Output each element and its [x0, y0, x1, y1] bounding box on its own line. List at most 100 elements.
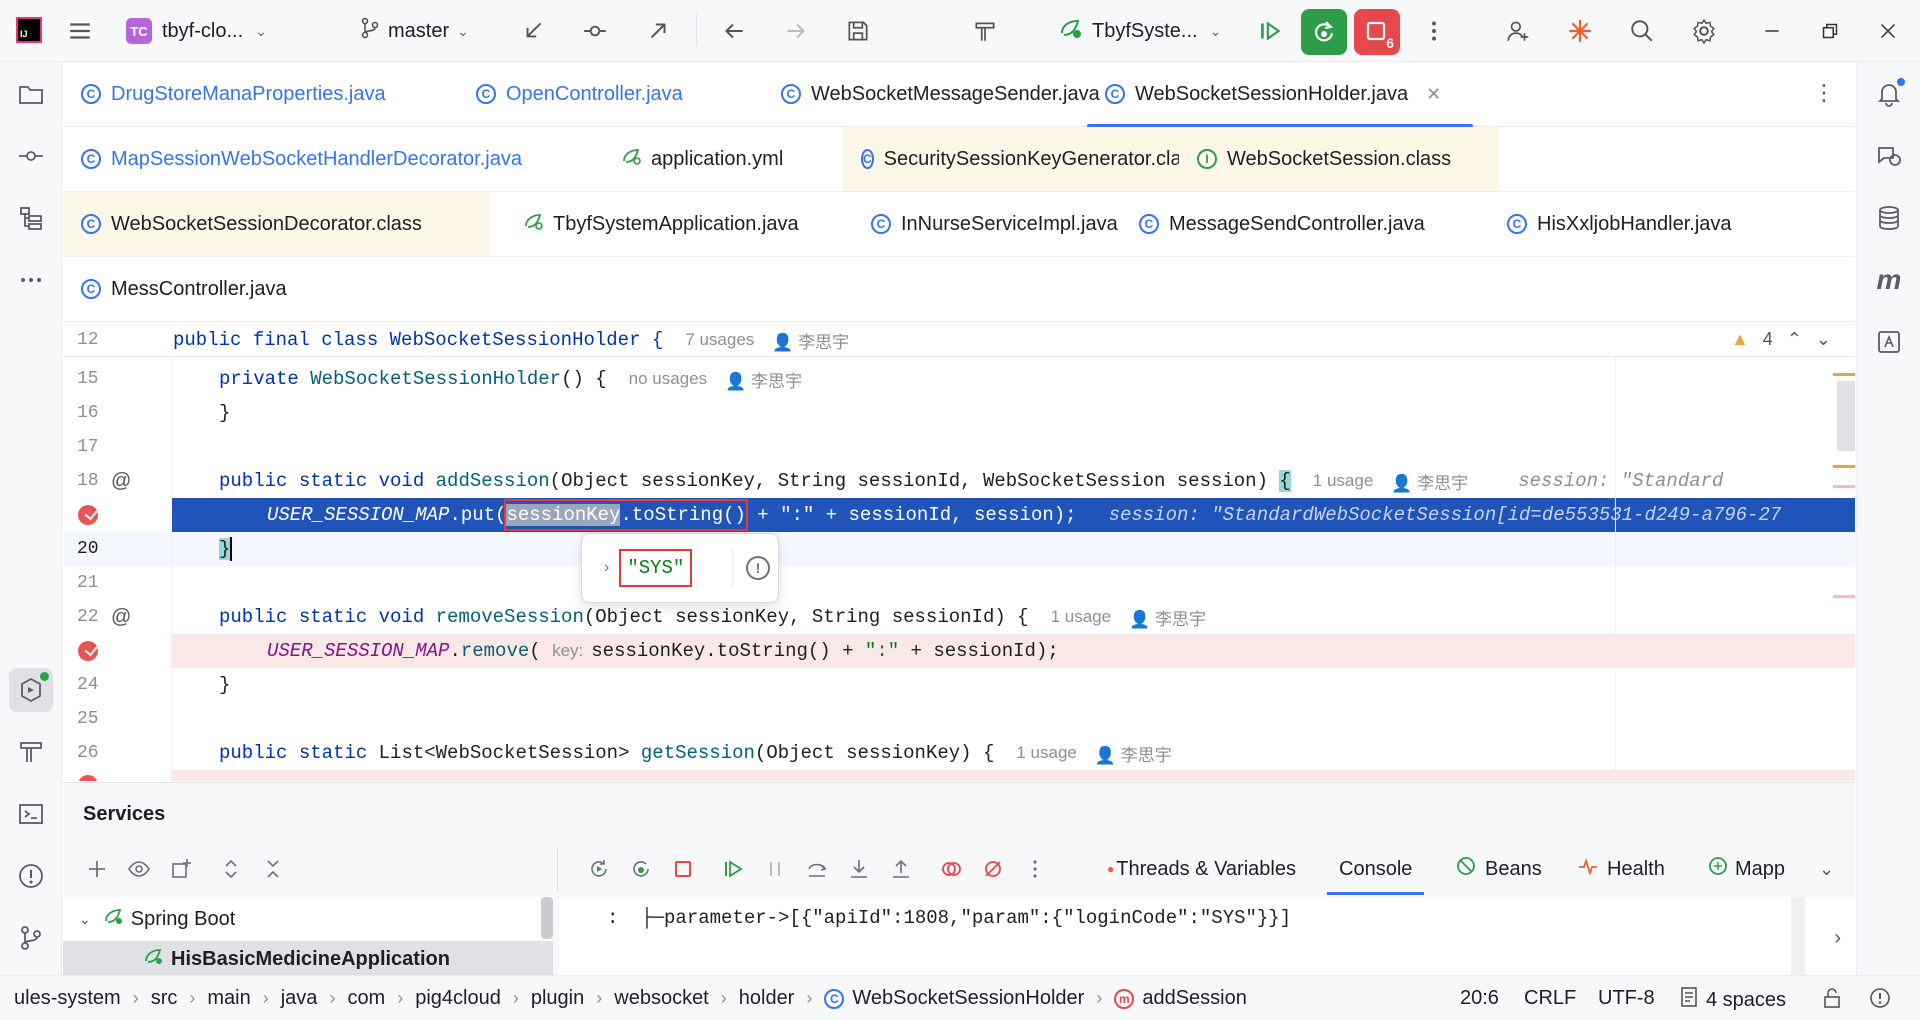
breadcrumb-class[interactable]: C WebSocketSessionHolder — [824, 987, 1084, 1010]
error-stripe[interactable] — [1833, 373, 1855, 773]
mute-breakpoints-icon[interactable] — [975, 851, 1011, 887]
project-selector[interactable]: TC tbyf-clo... ⌄ — [118, 11, 275, 51]
tab-mappings[interactable]: Mapp — [1695, 847, 1797, 891]
pause-icon[interactable] — [757, 851, 793, 887]
notifications-bell-icon[interactable] — [1867, 72, 1911, 116]
view-breakpoints-icon[interactable] — [933, 851, 969, 887]
tab-websocket-session-decorator[interactable]: C WebSocketSessionDecorator.class — [63, 192, 489, 256]
database-icon[interactable] — [1867, 196, 1911, 240]
build-hammer-icon[interactable] — [965, 11, 1005, 51]
chevron-down-icon[interactable]: ⌄ — [79, 911, 91, 928]
services-tool-icon[interactable] — [9, 668, 53, 712]
chevron-down-icon[interactable]: ⌄ — [1819, 859, 1834, 880]
breadcrumb-method[interactable]: m addSession — [1114, 987, 1247, 1010]
breadcrumb-item[interactable]: com — [347, 987, 385, 1010]
step-over-icon[interactable] — [799, 851, 835, 887]
settings-gear-icon[interactable] — [1684, 11, 1724, 51]
close-tab-icon[interactable]: ✕ — [1426, 84, 1441, 105]
breakpoint-icon[interactable] — [78, 505, 98, 525]
view-eye-icon[interactable] — [121, 851, 157, 887]
close-window-icon[interactable] — [1868, 11, 1908, 51]
update-project-icon[interactable] — [514, 11, 554, 51]
tab-drugstore-properties[interactable]: C DrugStoreManaProperties.java — [63, 62, 404, 126]
breadcrumb-item[interactable]: holder — [739, 987, 795, 1010]
stop-icon[interactable] — [665, 851, 701, 887]
tab-security-key-generator[interactable]: C SecuritySessionKeyGenerator.class — [843, 127, 1202, 191]
usages-hint[interactable]: no usages — [629, 369, 707, 389]
more-vertical-icon[interactable] — [1414, 11, 1454, 51]
tab-websocket-session-class[interactable]: I WebSocketSession.class — [1179, 127, 1499, 191]
indent-setting[interactable]: 4 spaces — [1680, 986, 1786, 1014]
step-into-icon[interactable] — [841, 851, 877, 887]
info-icon[interactable]: ! — [746, 556, 770, 580]
tab-threads-variables[interactable]: ● Threads & Variables — [1095, 847, 1308, 891]
save-icon[interactable] — [838, 11, 878, 51]
forward-icon[interactable] — [776, 11, 816, 51]
code-editor[interactable]: 12 public final class WebSocketSessionHo… — [63, 323, 1855, 781]
tab-application-yml[interactable]: application.yml — [603, 127, 801, 191]
breadcrumb-item[interactable]: java — [281, 987, 318, 1010]
step-out-icon[interactable] — [883, 851, 919, 887]
chevron-right-icon[interactable]: › — [1834, 927, 1841, 950]
tree-node-his-basic-medicine[interactable]: HisBasicMedicineApplication — [143, 945, 450, 973]
console-output[interactable]: : ├─parameter->[{"apiId":1808,"param":{"… — [559, 897, 1855, 976]
file-encoding[interactable]: UTF-8 — [1598, 987, 1655, 1010]
expand-chevron-icon[interactable]: › — [604, 559, 609, 577]
tab-websocket-message-sender[interactable]: C WebSocketMessageSender.java — [763, 62, 1118, 126]
breadcrumb-item[interactable]: src — [151, 987, 178, 1010]
tab-tbyf-system-application[interactable]: TbyfSystemApplication.java — [505, 192, 817, 256]
breadcrumb-item[interactable]: plugin — [531, 987, 584, 1010]
terminal-icon[interactable] — [9, 792, 53, 836]
inspection-widget[interactable]: ▲ 4 ⌃ ⌄ — [1731, 329, 1831, 350]
add-service-icon[interactable] — [79, 851, 115, 887]
branch-selector[interactable]: master ⌄ — [352, 11, 477, 51]
new-tab-icon[interactable] — [163, 851, 199, 887]
problems-status-icon[interactable] — [1868, 986, 1892, 1016]
usages-hint[interactable]: 7 usages — [685, 330, 754, 350]
tree-node-spring-boot[interactable]: ⌄ Spring Boot — [79, 905, 235, 933]
breadcrumb-item[interactable]: main — [207, 987, 250, 1010]
commit-icon[interactable] — [575, 11, 615, 51]
restore-window-icon[interactable] — [1810, 11, 1850, 51]
tab-message-send-controller[interactable]: C MessageSendController.java — [1121, 192, 1443, 256]
stop-button[interactable]: 6 — [1354, 9, 1400, 55]
tab-mess-controller[interactable]: C MessController.java — [63, 257, 305, 321]
implementing-method-icon[interactable]: @ — [111, 470, 135, 494]
caret-position[interactable]: 20:6 — [1460, 987, 1499, 1010]
implementing-method-icon[interactable]: @ — [111, 606, 135, 630]
usages-hint[interactable]: 1 usage — [1051, 607, 1112, 627]
tab-in-nurse-service-impl[interactable]: C InNurseServiceImpl.java — [853, 192, 1136, 256]
search-icon[interactable] — [1622, 11, 1662, 51]
usages-hint[interactable]: 1 usage — [1016, 743, 1077, 763]
main-menu-icon[interactable] — [60, 11, 100, 51]
git-tool-icon[interactable] — [9, 916, 53, 960]
line-separator[interactable]: CRLF — [1524, 987, 1576, 1010]
breadcrumb-item[interactable]: ules-system — [14, 987, 121, 1010]
tab-open-controller[interactable]: C OpenController.java — [458, 62, 701, 126]
project-folder-icon[interactable] — [9, 72, 53, 116]
resume-icon[interactable] — [1250, 11, 1290, 51]
more-vertical-icon[interactable] — [1017, 851, 1053, 887]
back-icon[interactable] — [714, 11, 754, 51]
expand-all-icon[interactable] — [213, 851, 249, 887]
minimize-icon[interactable] — [1752, 11, 1792, 51]
tabs-more-icon[interactable]: ⋮ — [1813, 80, 1835, 106]
tab-health[interactable]: Health — [1565, 847, 1677, 891]
structure-icon[interactable] — [9, 196, 53, 240]
lock-icon[interactable] — [1822, 987, 1842, 1015]
breadcrumb-item[interactable]: websocket — [614, 987, 709, 1010]
tab-his-xxljob-handler[interactable]: C HisXxljobHandler.java — [1489, 192, 1750, 256]
tab-beans[interactable]: Beans — [1443, 847, 1554, 891]
ai-assistant-icon[interactable] — [1560, 11, 1600, 51]
maven-icon[interactable]: m — [1867, 258, 1911, 302]
tab-console[interactable]: Console — [1327, 847, 1425, 895]
prev-highlight-icon[interactable]: ⌃ — [1787, 329, 1802, 350]
tab-map-session-decorator[interactable]: C MapSessionWebSocketHandlerDecorator.ja… — [63, 127, 540, 191]
push-icon[interactable] — [638, 11, 678, 51]
collapse-all-icon[interactable] — [255, 851, 291, 887]
tree-scrollbar[interactable] — [541, 897, 553, 939]
build-tool-icon[interactable] — [9, 730, 53, 774]
add-user-icon[interactable] — [1498, 11, 1538, 51]
usages-hint[interactable]: 1 usage — [1313, 471, 1374, 491]
breadcrumb-item[interactable]: pig4cloud — [415, 987, 501, 1010]
